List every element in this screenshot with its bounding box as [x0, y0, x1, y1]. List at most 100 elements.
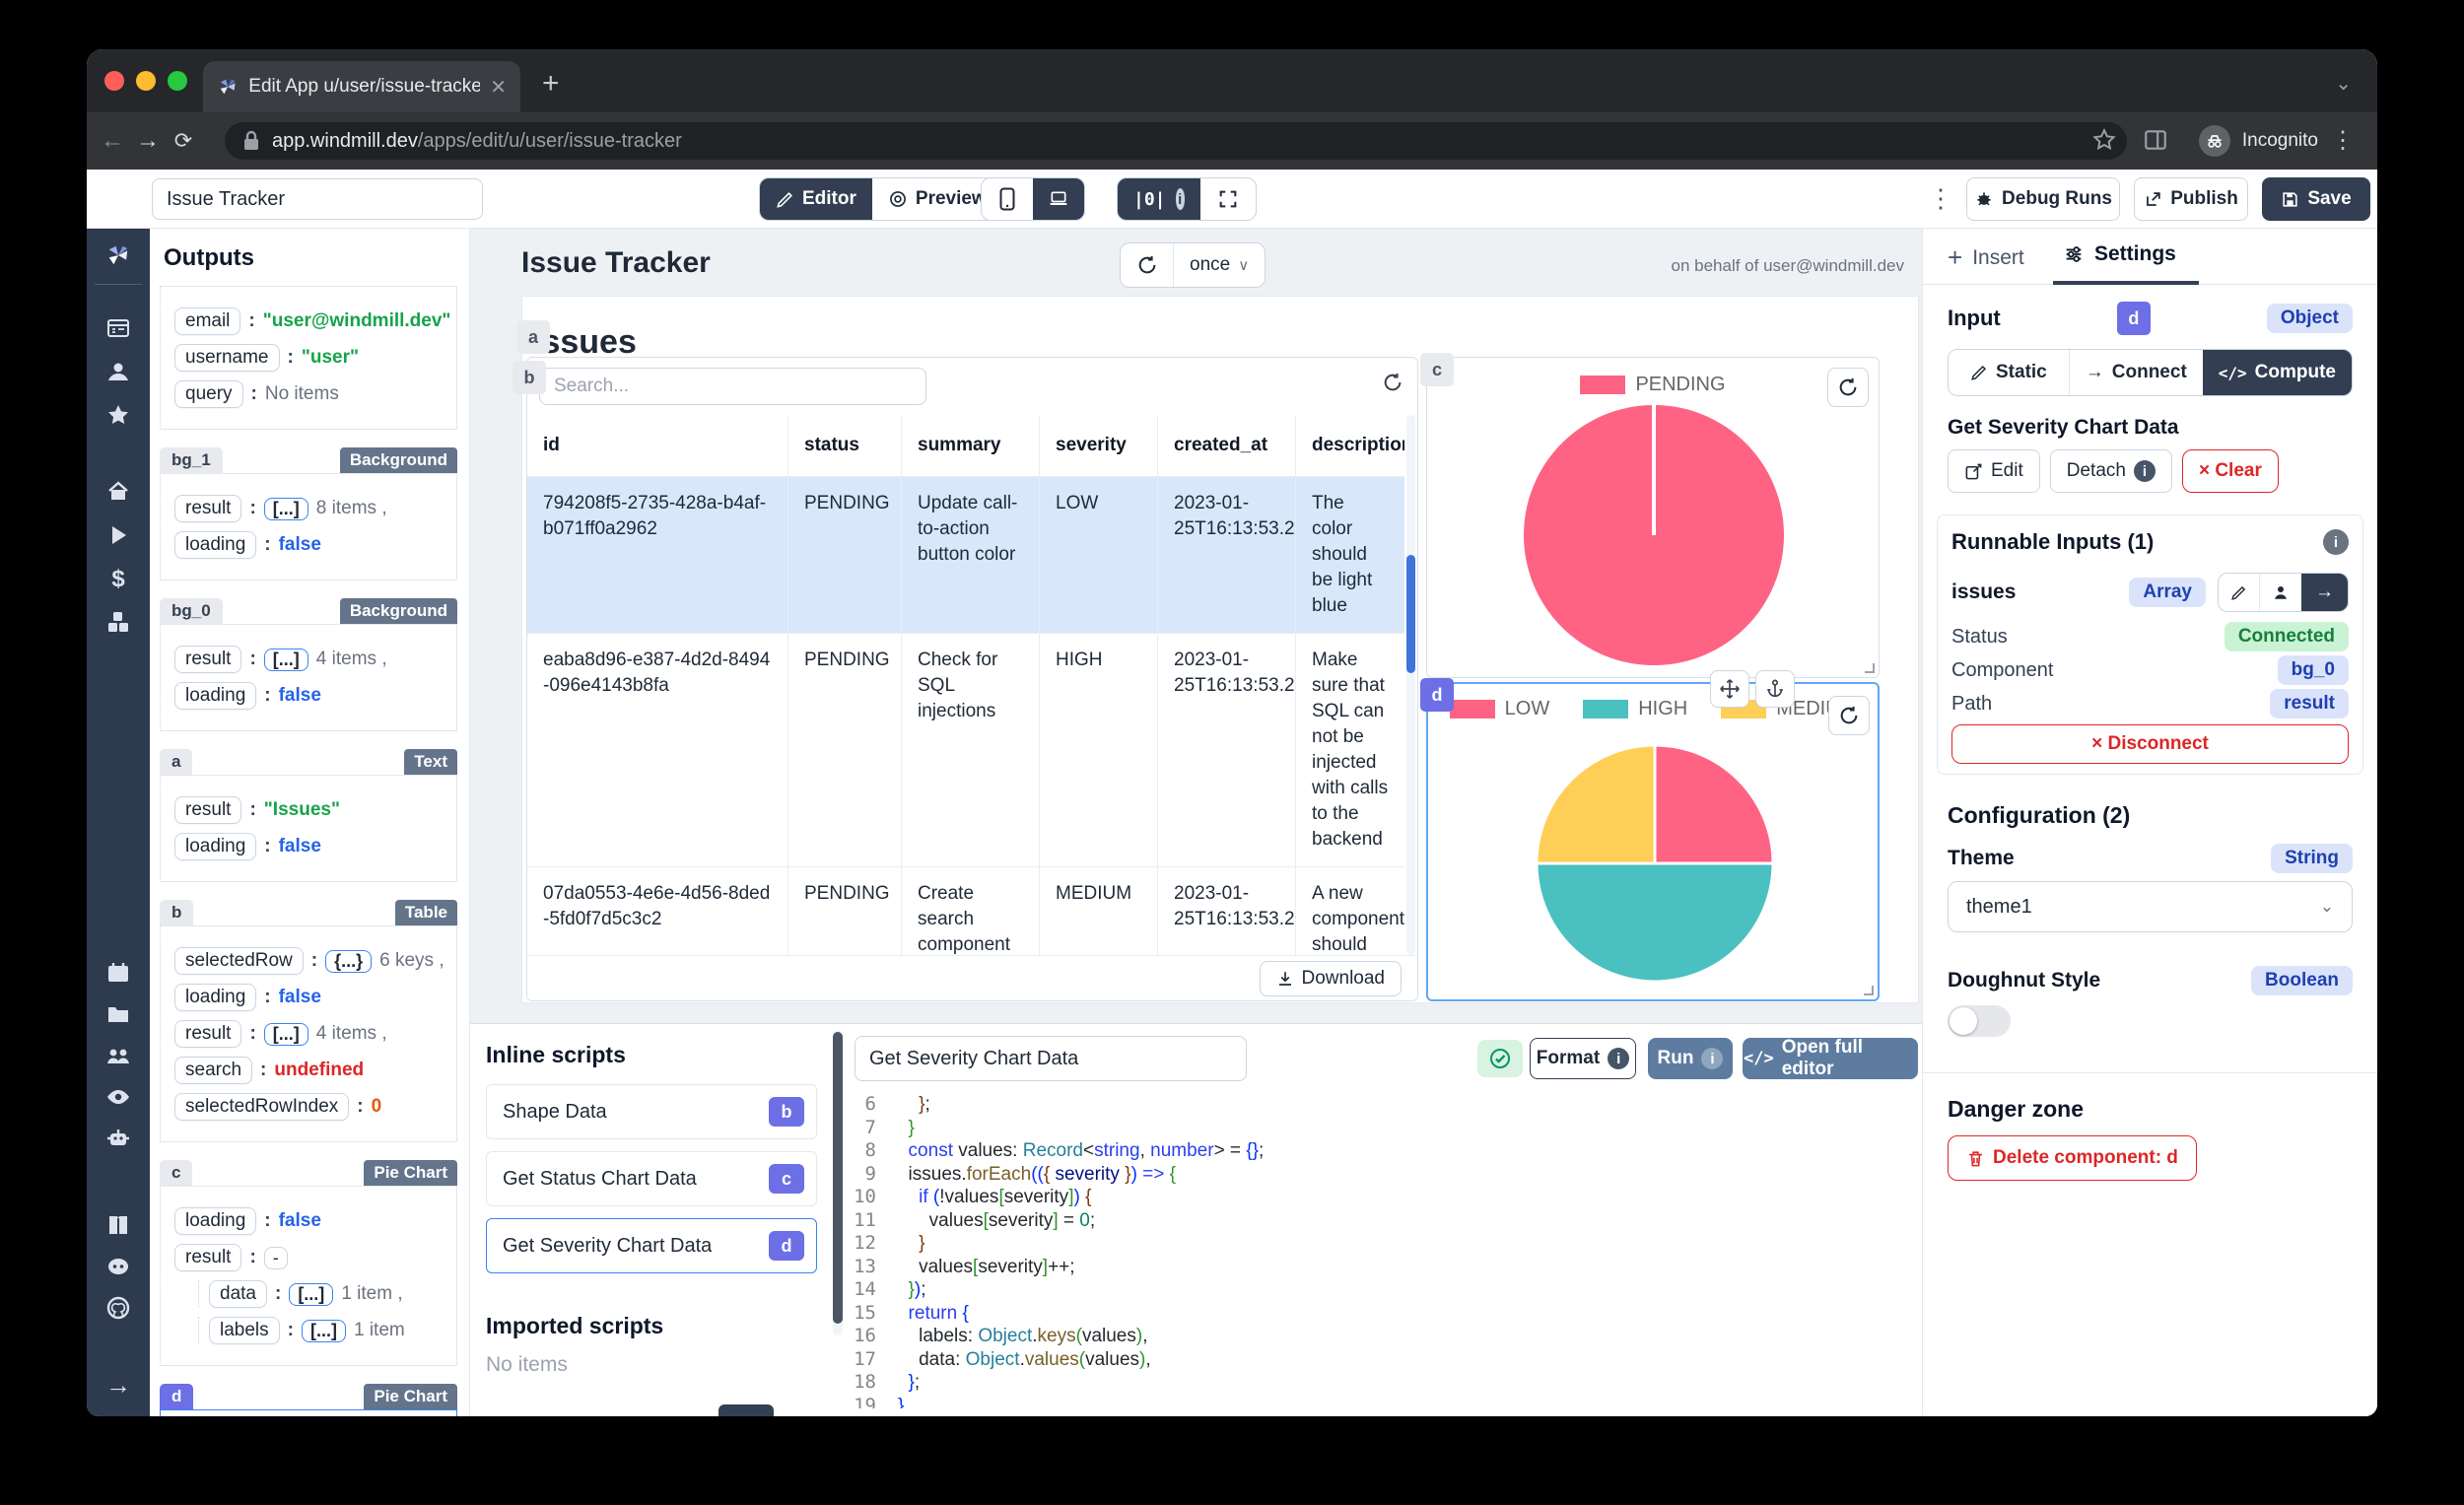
tabs-chevron-icon[interactable]: ⌄	[2335, 71, 2352, 96]
download-button[interactable]: Download	[1259, 960, 1402, 996]
browser-tab[interactable]: Edit App u/user/issue-tracker | ✕	[203, 61, 520, 112]
connect-mode-button[interactable]: → Connect	[2068, 350, 2203, 395]
robot-icon[interactable]	[105, 1126, 131, 1151]
component-tag-b[interactable]: b	[513, 361, 546, 394]
component-tag-a[interactable]: a	[516, 320, 550, 354]
table-row[interactable]: 07da0553-4e6e-4d56-8ded-5fd0f7d5c3c2 PEND…	[527, 866, 1404, 955]
home-icon[interactable]	[105, 479, 131, 505]
mobile-view-button[interactable]	[982, 178, 1033, 220]
detach-script-button[interactable]: Detach i	[2049, 449, 2172, 493]
output-row-loading[interactable]: loading: false	[174, 1207, 446, 1235]
output-row-result[interactable]: result: [...] 8 items ,	[174, 495, 446, 522]
scrollbar-thumb[interactable]	[1406, 555, 1415, 673]
forward-icon[interactable]: →	[130, 127, 166, 155]
output-row-selectedRow[interactable]: selectedRow: {...} 6 keys ,	[174, 947, 446, 975]
output-section-id[interactable]: bg_1	[160, 447, 223, 473]
table-refresh-button[interactable]	[1382, 372, 1403, 398]
column-header-status[interactable]: status	[788, 415, 902, 476]
fullscreen-button[interactable]	[1200, 178, 1256, 220]
maximize-window-button[interactable]	[168, 71, 187, 91]
refresh-mode-dropdown[interactable]: once ∨	[1174, 243, 1265, 287]
eye-icon[interactable]	[105, 1084, 131, 1110]
output-row-data[interactable]: data: [...] 1 item ,	[198, 1280, 446, 1308]
scripts-scrollbar[interactable]	[833, 1030, 843, 1335]
incognito-avatar[interactable]	[2198, 125, 2230, 157]
dollar-icon[interactable]: $	[105, 566, 131, 591]
desktop-view-button[interactable]	[1033, 178, 1084, 220]
component-tag-c[interactable]: c	[1420, 353, 1454, 386]
component-tag-d[interactable]: d	[1420, 678, 1454, 712]
apps-icon[interactable]	[105, 315, 131, 341]
output-row-loading[interactable]: loading: false	[174, 531, 446, 559]
delete-component-button[interactable]: Delete component: d	[1948, 1135, 2197, 1181]
new-tab-button[interactable]: +	[542, 67, 560, 101]
static-arg-button[interactable]	[2219, 574, 2259, 611]
schedule-icon[interactable]	[105, 960, 131, 986]
output-row-result[interactable]: result: [...] 4 items ,	[174, 1020, 446, 1048]
canvas-refresh-button[interactable]	[1121, 243, 1174, 287]
inline-script-d[interactable]: Get Severity Chart Data d	[486, 1218, 817, 1273]
folder-icon[interactable]	[105, 1001, 131, 1027]
output-row-labels[interactable]: labels: [...] 1 item	[198, 1317, 446, 1344]
output-section-id[interactable]: a	[160, 749, 193, 775]
compute-mode-button[interactable]: </> Compute	[2202, 350, 2352, 395]
book-icon[interactable]	[105, 1212, 131, 1238]
user-icon[interactable]	[105, 359, 131, 384]
side-panel-icon[interactable]	[2143, 127, 2168, 153]
close-window-button[interactable]	[104, 71, 124, 91]
output-section-id[interactable]: bg_0	[160, 598, 223, 624]
play-icon[interactable]	[105, 522, 131, 548]
inline-script-b[interactable]: Shape Data b	[486, 1084, 817, 1139]
output-row-query[interactable]: query: No items	[174, 380, 446, 408]
editor-tab[interactable]: Editor	[760, 178, 872, 220]
minimize-window-button[interactable]	[136, 71, 156, 91]
run-button[interactable]: Run i	[1648, 1038, 1733, 1079]
open-full-editor-button[interactable]: </> Open full editor	[1743, 1037, 1918, 1079]
users-icon[interactable]	[105, 1043, 131, 1068]
hide-panels-button[interactable]: |0| i	[1118, 178, 1200, 220]
disconnect-button[interactable]: × Disconnect	[1951, 724, 2349, 764]
table-search-input[interactable]: Search...	[539, 368, 926, 405]
output-row-loading[interactable]: loading: false	[174, 833, 446, 860]
tab-close-icon[interactable]: ✕	[490, 75, 507, 100]
output-row-result[interactable]: result: -	[174, 1244, 446, 1271]
column-header-id[interactable]: id	[527, 415, 788, 476]
output-row-email[interactable]: email: "user@windmill.dev"	[174, 308, 450, 335]
bookmark-star-icon[interactable]	[2091, 127, 2117, 153]
github-icon[interactable]	[105, 1295, 131, 1321]
collapse-rail-icon[interactable]: →	[105, 1370, 131, 1401]
scrollbar-thumb[interactable]	[833, 1032, 843, 1324]
format-button[interactable]: Format i	[1530, 1038, 1636, 1079]
browser-menu-icon[interactable]: ⋮	[2331, 126, 2356, 155]
output-row-search[interactable]: search: undefined	[174, 1057, 446, 1084]
output-row-loading[interactable]: loading: false	[174, 682, 446, 710]
table-scrollbar[interactable]	[1406, 415, 1415, 955]
output-row-loading[interactable]: loading: false	[174, 984, 446, 1011]
column-header-summary[interactable]: summary	[902, 415, 1040, 476]
address-bar[interactable]: app.windmill.dev/apps/edit/u/user/issue-…	[225, 122, 2127, 160]
save-button[interactable]: Save	[2262, 177, 2370, 221]
output-row-result[interactable]: result: [...] 4 items ,	[174, 646, 446, 673]
theme-select[interactable]: theme1 ⌄	[1948, 881, 2353, 932]
connect-arg-button[interactable]: →	[2301, 574, 2348, 611]
column-header-created_at[interactable]: created_at	[1158, 415, 1296, 476]
publish-button[interactable]: Publish	[2134, 177, 2248, 221]
output-section-id[interactable]: c	[160, 1160, 193, 1186]
star-icon[interactable]	[105, 402, 131, 428]
static-mode-button[interactable]: Static	[1949, 350, 2069, 395]
panel-peek-handle[interactable]	[719, 1404, 774, 1416]
clear-script-button[interactable]: × Clear	[2181, 449, 2279, 493]
tab-settings[interactable]: Settings	[2063, 242, 2176, 266]
discord-icon[interactable]	[105, 1254, 131, 1279]
output-row-username[interactable]: username: "user"	[174, 344, 446, 372]
back-icon[interactable]: ←	[95, 127, 130, 155]
output-section-id[interactable]: b	[160, 900, 194, 925]
table-row[interactable]: 794208f5-2735-428a-b4af-b071ff0a2962 PEND…	[527, 476, 1404, 633]
resize-handle[interactable]	[1864, 986, 1874, 995]
tab-insert[interactable]: + Insert	[1948, 242, 2024, 273]
output-row-selectedRowIndex[interactable]: selectedRowIndex:0	[174, 1093, 446, 1121]
table-row[interactable]: eaba8d96-e387-4d2d-8494-096e4143b8fa PEND…	[527, 633, 1404, 866]
resize-handle[interactable]	[1865, 663, 1875, 673]
column-header-description[interactable]: description	[1296, 415, 1404, 476]
more-options-icon[interactable]: ⋮	[1928, 183, 1953, 214]
